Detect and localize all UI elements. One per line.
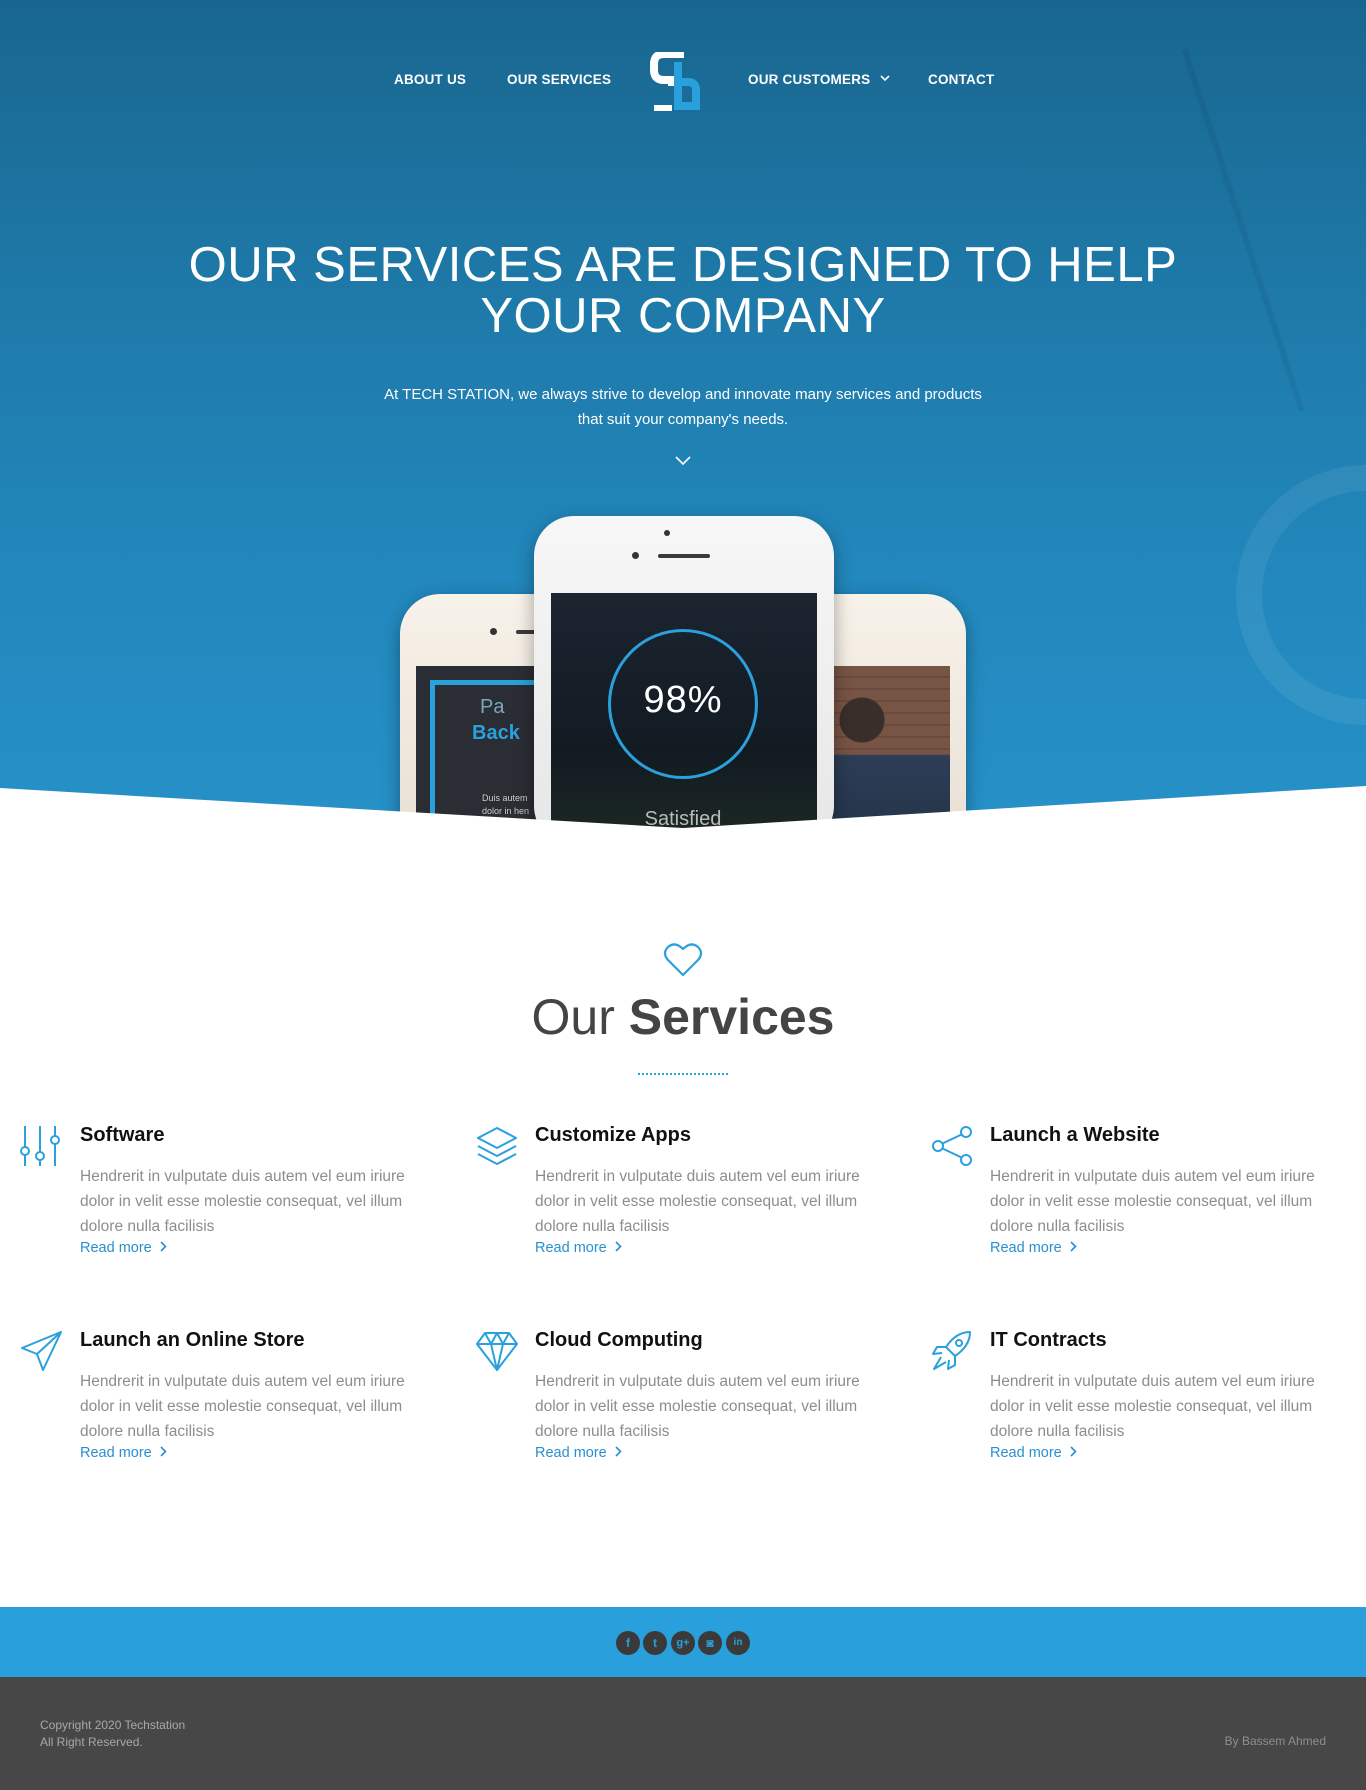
satisfaction-value: 98% bbox=[643, 679, 723, 721]
phone-speaker bbox=[658, 554, 710, 558]
share-icon bbox=[932, 1126, 972, 1166]
layers-icon bbox=[477, 1127, 517, 1165]
screen-word-back: Back bbox=[472, 722, 520, 744]
read-more-label: Read more bbox=[990, 1445, 1062, 1461]
heart-icon bbox=[663, 943, 703, 977]
linkedin-icon[interactable]: in bbox=[726, 1631, 750, 1655]
nav-our-customers[interactable]: OUR CUSTOMERS bbox=[748, 72, 890, 87]
service-card-cloud-computing: Cloud Computing Hendrerit in vulputate d… bbox=[475, 1329, 895, 1489]
service-card-it-contracts: IT Contracts Hendrerit in vulputate duis… bbox=[930, 1329, 1350, 1489]
hero-title-line2: YOUR COMPANY bbox=[480, 289, 886, 343]
techstation-logo[interactable] bbox=[650, 52, 700, 112]
service-card-customize-apps: Customize Apps Hendrerit in vulputate du… bbox=[475, 1124, 895, 1284]
google-plus-icon[interactable]: g+ bbox=[671, 1631, 695, 1655]
read-more-link[interactable]: Read more bbox=[535, 1240, 622, 1256]
read-more-link[interactable]: Read more bbox=[990, 1240, 1077, 1256]
service-card-online-store: Launch an Online Store Hendrerit in vulp… bbox=[20, 1329, 440, 1489]
phone-mockup-center: 98% Satisfied bbox=[534, 516, 834, 830]
screen-tiny-text: Duis autem dolor in hen bbox=[482, 793, 530, 816]
footer: Copyright 2020 Techstation All Right Res… bbox=[0, 1677, 1366, 1790]
nav-our-services[interactable]: OUR SERVICES bbox=[507, 72, 611, 87]
services-title-bold: Services bbox=[628, 989, 835, 1045]
instagram-icon[interactable]: ◙ bbox=[698, 1631, 722, 1655]
service-description: Hendrerit in vulputate duis autem vel eu… bbox=[535, 1168, 860, 1235]
chevron-right-icon bbox=[160, 1446, 167, 1457]
copyright-line1: Copyright 2020 Techstation bbox=[40, 1718, 186, 1732]
hero-section: ABOUT US OUR SERVICES OUR CUSTOMERS CONT… bbox=[0, 0, 1366, 830]
service-title: Cloud Computing bbox=[535, 1329, 703, 1351]
phone-speaker bbox=[516, 630, 536, 634]
service-description: Hendrerit in vulputate duis autem vel eu… bbox=[535, 1373, 860, 1440]
phone-camera bbox=[632, 552, 639, 559]
service-description: Hendrerit in vulputate duis autem vel eu… bbox=[80, 1168, 405, 1235]
hero-ring-decoration bbox=[1236, 465, 1366, 725]
nav-our-customers-label: OUR CUSTOMERS bbox=[748, 72, 871, 87]
read-more-label: Read more bbox=[535, 1240, 607, 1256]
diamond-icon bbox=[476, 1332, 518, 1371]
service-description: Hendrerit in vulputate duis autem vel eu… bbox=[990, 1168, 1315, 1235]
service-description: Hendrerit in vulputate duis autem vel eu… bbox=[990, 1373, 1315, 1440]
rocket-icon bbox=[932, 1331, 971, 1370]
read-more-label: Read more bbox=[80, 1240, 152, 1256]
chevron-right-icon bbox=[615, 1241, 622, 1252]
read-more-link[interactable]: Read more bbox=[535, 1445, 622, 1461]
read-more-label: Read more bbox=[535, 1445, 607, 1461]
hero-title: OUR SERVICES ARE DESIGNED TO HELP YOUR C… bbox=[183, 240, 1183, 342]
scroll-down-chevron-icon[interactable] bbox=[675, 455, 691, 467]
chevron-down-icon bbox=[880, 75, 890, 82]
service-title: Launch a Website bbox=[990, 1124, 1160, 1146]
title-dotted-divider bbox=[638, 1073, 728, 1075]
read-more-link[interactable]: Read more bbox=[80, 1240, 167, 1256]
screen-word-top: Pa bbox=[480, 696, 505, 718]
service-card-launch-website: Launch a Website Hendrerit in vulputate … bbox=[930, 1124, 1350, 1284]
phone-screen-center: 98% Satisfied bbox=[551, 593, 817, 830]
twitter-icon[interactable]: t bbox=[643, 1631, 667, 1655]
service-title: Software bbox=[80, 1124, 165, 1146]
main-nav: ABOUT US OUR SERVICES OUR CUSTOMERS CONT… bbox=[0, 52, 1366, 111]
hero-title-line1: OUR SERVICES ARE DESIGNED TO HELP bbox=[188, 238, 1178, 292]
nav-contact[interactable]: CONTACT bbox=[928, 72, 994, 87]
chevron-right-icon bbox=[1070, 1446, 1077, 1457]
read-more-label: Read more bbox=[80, 1445, 152, 1461]
sliders-icon bbox=[20, 1126, 60, 1166]
service-title: Customize Apps bbox=[535, 1124, 691, 1146]
read-more-link[interactable]: Read more bbox=[80, 1445, 167, 1461]
phone-camera bbox=[490, 628, 497, 635]
services-title-light: Our bbox=[531, 989, 629, 1045]
read-more-link[interactable]: Read more bbox=[990, 1445, 1077, 1461]
service-card-software: Software Hendrerit in vulputate duis aut… bbox=[20, 1124, 440, 1284]
facebook-icon[interactable]: f bbox=[616, 1631, 640, 1655]
read-more-label: Read more bbox=[990, 1240, 1062, 1256]
service-description: Hendrerit in vulputate duis autem vel eu… bbox=[80, 1373, 405, 1440]
services-title: Our Services bbox=[0, 988, 1366, 1046]
copyright-line2: All Right Reserved. bbox=[40, 1735, 143, 1749]
social-bar: f t g+ ◙ in bbox=[0, 1607, 1366, 1677]
service-title: IT Contracts bbox=[990, 1329, 1107, 1351]
chevron-right-icon bbox=[160, 1241, 167, 1252]
satisfaction-label: Satisfied bbox=[644, 808, 722, 830]
chevron-right-icon bbox=[615, 1446, 622, 1457]
paper-plane-icon bbox=[21, 1331, 62, 1371]
phone-sensor bbox=[664, 530, 670, 536]
hero-subtitle: At TECH STATION, we always strive to dev… bbox=[384, 386, 982, 428]
author-credit: By Bassem Ahmed bbox=[1224, 1734, 1326, 1748]
service-title: Launch an Online Store bbox=[80, 1329, 305, 1351]
nav-about-us[interactable]: ABOUT US bbox=[394, 72, 466, 87]
copyright: Copyright 2020 Techstation All Right Res… bbox=[40, 1717, 185, 1751]
chevron-right-icon bbox=[1070, 1241, 1077, 1252]
